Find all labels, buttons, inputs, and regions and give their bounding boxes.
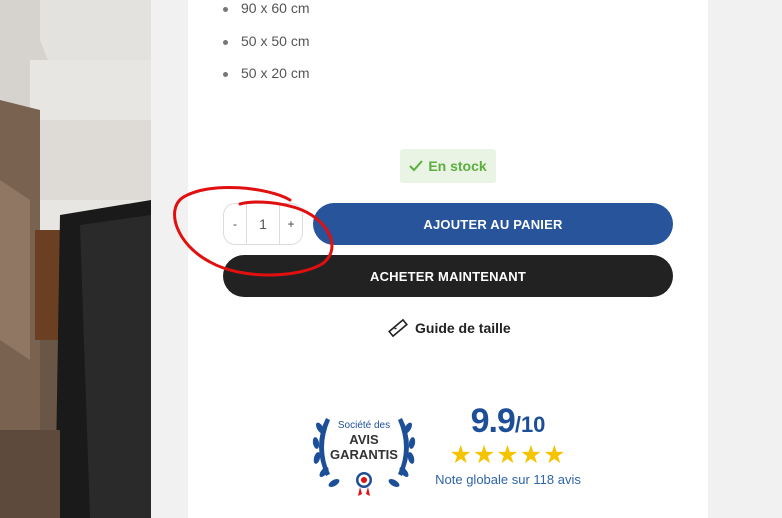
size-guide-label: Guide de taille	[415, 320, 511, 336]
quantity-decrease-button[interactable]: -	[223, 203, 247, 245]
product-photo	[0, 0, 151, 518]
quantity-input[interactable]: 1	[247, 203, 279, 245]
stock-label: En stock	[428, 158, 487, 174]
ruler-icon	[388, 318, 408, 338]
rating-stars: ★★★★★	[449, 441, 567, 469]
badge-line3: GARANTIS	[330, 447, 398, 462]
rating-score: 9.9	[470, 402, 516, 440]
quantity-stepper: - 1 +	[223, 203, 303, 245]
rating-note: Note globale sur 118 avis	[435, 472, 581, 487]
list-item: 50 x 50 cm	[221, 33, 309, 66]
check-icon	[409, 160, 424, 172]
size-list: 90 x 60 cm 50 x 50 cm 50 x 20 cm	[221, 0, 309, 98]
badge-line2: AVIS	[349, 432, 379, 447]
add-to-cart-button[interactable]: AJOUTER AU PANIER	[313, 203, 673, 245]
rating-summary: 9.9/10 ★★★★★ Note globale sur 118 avis	[432, 400, 584, 487]
size-guide-link[interactable]: Guide de taille	[388, 318, 511, 338]
quantity-increase-button[interactable]: +	[279, 203, 303, 245]
list-item: 50 x 20 cm	[221, 65, 309, 98]
buy-now-button[interactable]: ACHETER MAINTENANT	[223, 255, 673, 297]
rating-scale: /10	[514, 412, 546, 437]
stock-badge: En stock	[400, 149, 496, 183]
avis-garantis-logo: Société des AVIS GARANTIS	[312, 418, 416, 496]
list-item: 90 x 60 cm	[221, 0, 309, 33]
badge-line1: Société des	[338, 420, 390, 431]
